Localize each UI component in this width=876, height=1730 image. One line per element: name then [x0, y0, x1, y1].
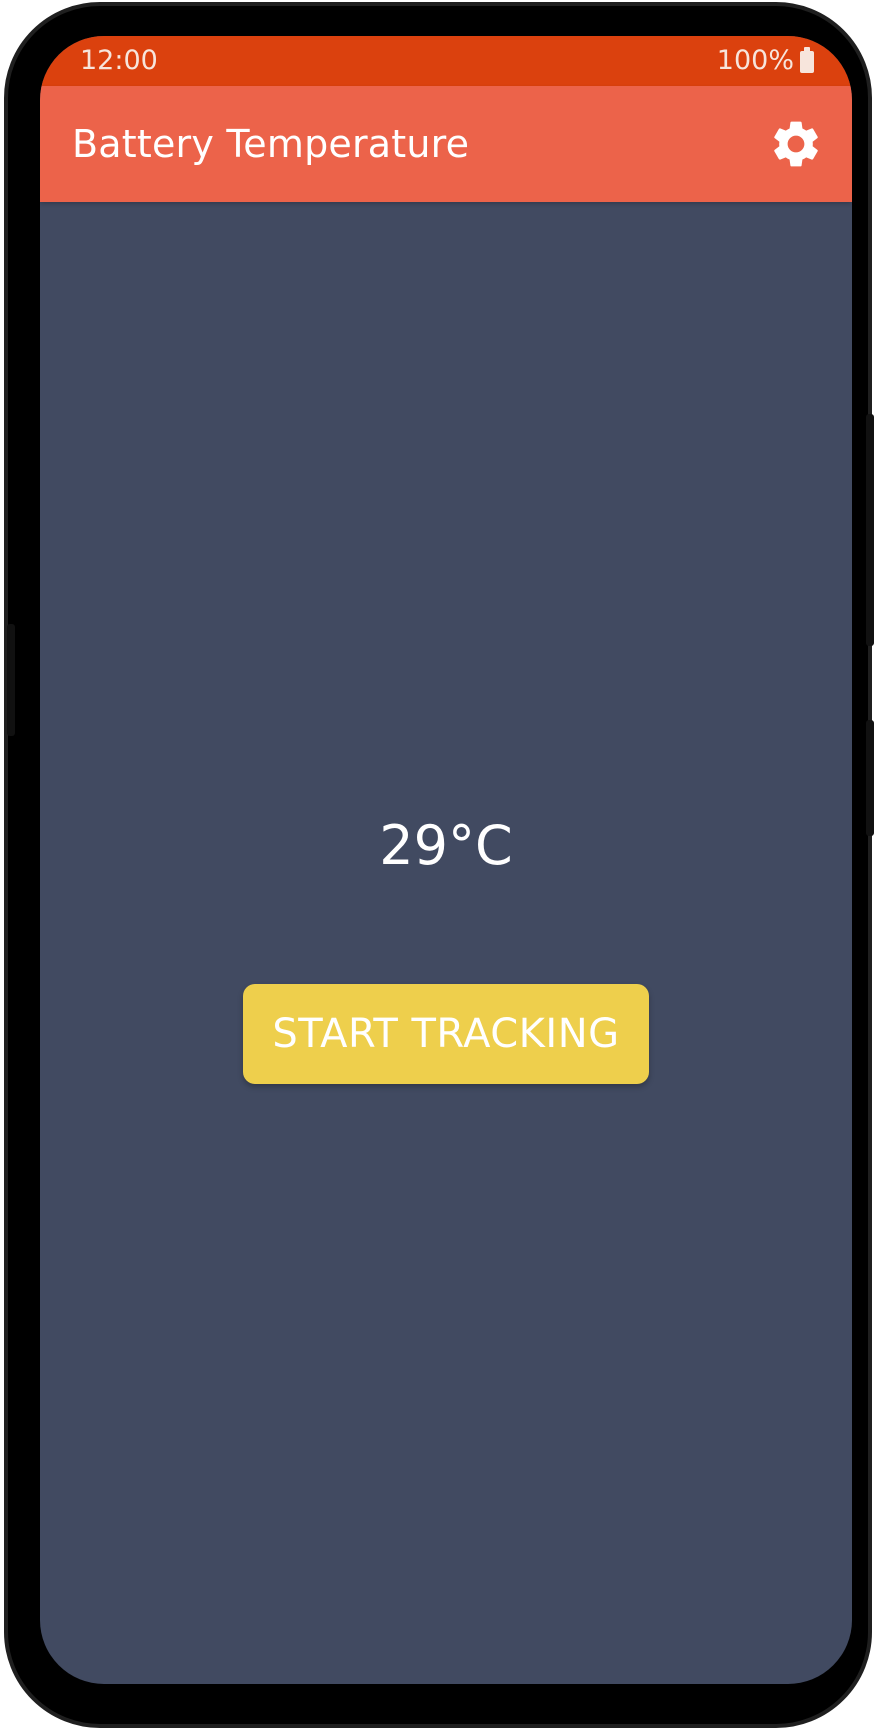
gear-icon — [774, 121, 818, 167]
settings-button[interactable] — [766, 114, 826, 174]
start-tracking-button[interactable]: START TRACKING — [243, 984, 649, 1084]
status-bar: 12:00 100% — [40, 36, 852, 86]
status-time: 12:00 — [80, 45, 158, 76]
power-button — [866, 720, 874, 836]
screen: 12:00 100% Battery Temperature 29°C STAR… — [40, 36, 852, 1684]
volume-button — [7, 624, 15, 736]
status-indicators: 100% — [717, 45, 814, 76]
page-title: Battery Temperature — [72, 122, 470, 166]
side-button — [866, 414, 874, 646]
battery-percentage: 100% — [716, 45, 794, 76]
battery-full-icon — [800, 46, 814, 73]
app-bar: Battery Temperature — [40, 86, 852, 202]
phone-frame: 12:00 100% Battery Temperature 29°C STAR… — [4, 2, 874, 1728]
temperature-readout: 29°C — [379, 814, 513, 877]
